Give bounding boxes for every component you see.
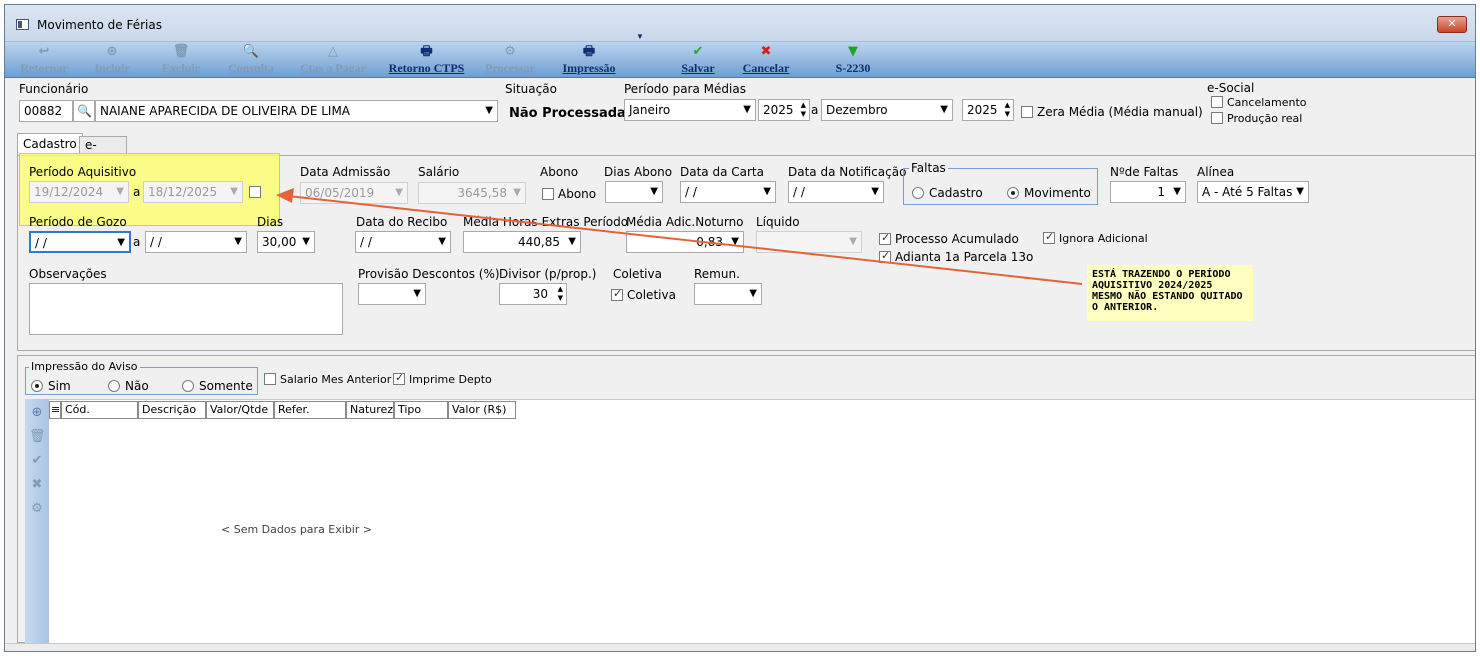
annotation-arrow	[276, 188, 1083, 285]
arrow-head	[276, 188, 294, 203]
arrow-line	[287, 195, 1083, 285]
